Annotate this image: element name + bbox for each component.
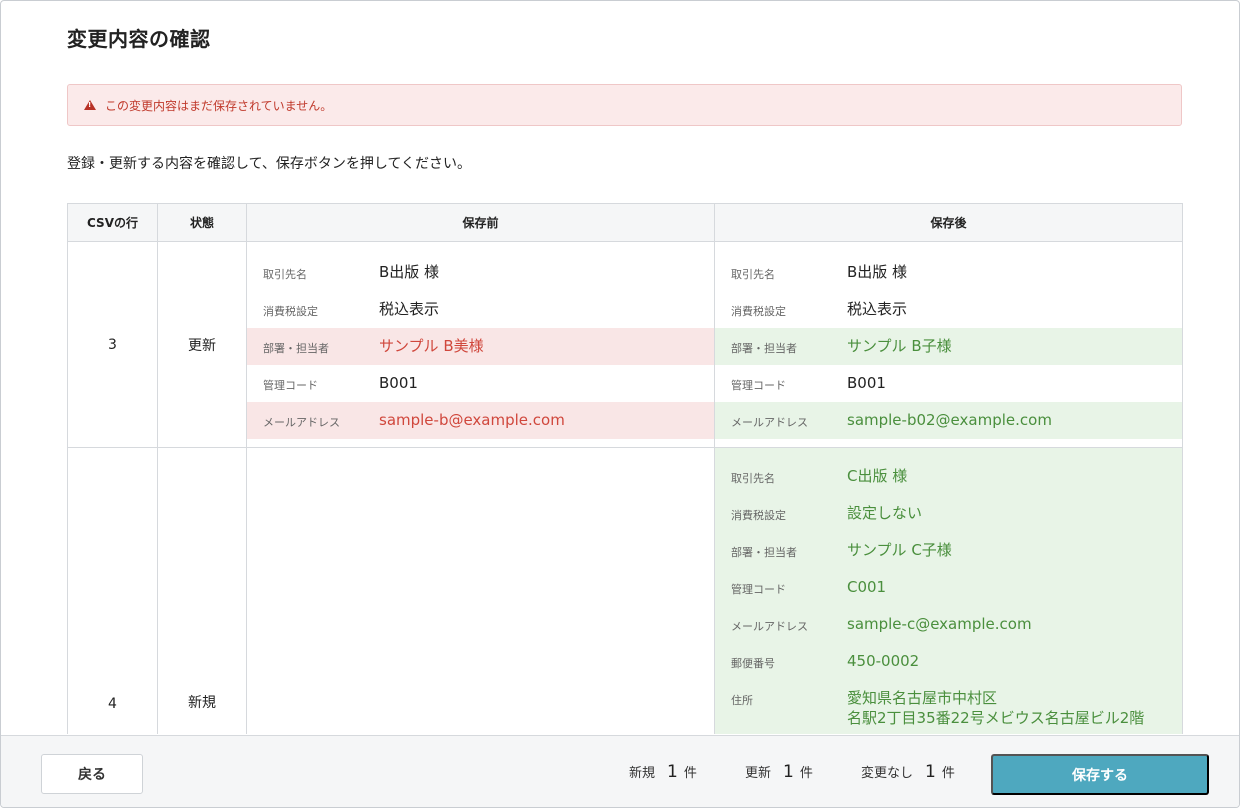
field-value: B001: [847, 374, 886, 392]
field-label: 部署・担当者: [731, 546, 797, 559]
field-label: 管理コード: [731, 583, 786, 596]
field-value: sample-c@example.com: [847, 615, 1032, 633]
field-row: 管理コード B001: [715, 365, 1182, 402]
table-row: 4 新規 取引先名 C出版 様 消費税設定 設定しない 部署・担当者 サンプル …: [67, 447, 1183, 734]
header-status: 状態: [157, 203, 247, 242]
field-label: 取引先名: [731, 268, 775, 281]
field-label: 管理コード: [731, 379, 786, 392]
field-label: 消費税設定: [731, 305, 786, 318]
field-label: メールアドレス: [731, 416, 808, 429]
warning-icon: [84, 100, 96, 110]
field-row-removed: メールアドレス sample-b@example.com: [247, 402, 714, 439]
summary-updated: 更新 1 件: [745, 762, 813, 782]
summary-label: 新規: [629, 766, 656, 781]
field-row: 消費税設定 税込表示: [715, 291, 1182, 328]
field-label: 取引先名: [731, 472, 775, 485]
before-cell-empty: [246, 447, 715, 734]
summary-label: 更新: [745, 766, 772, 781]
field-row: 消費税設定 税込表示: [247, 291, 714, 328]
field-row: 管理コード B001: [247, 365, 714, 402]
field-label: 管理コード: [263, 379, 318, 392]
before-cell: 取引先名 B出版 様 消費税設定 税込表示 部署・担当者 サンプル B美様 管理…: [246, 241, 715, 448]
csv-row-number: 4: [67, 447, 158, 734]
header-csv-row: CSVの行: [67, 203, 158, 242]
field-row: 部署・担当者 サンプル C子様: [715, 532, 1182, 569]
field-label: 部署・担当者: [731, 342, 797, 355]
field-value: C001: [847, 578, 887, 596]
field-value: B出版 様: [379, 263, 440, 281]
table-header-row: CSVの行 状態 保存前 保存後: [67, 203, 1183, 242]
page-title: 変更内容の確認: [67, 27, 211, 51]
field-row: メールアドレス sample-c@example.com: [715, 606, 1182, 643]
field-value: サンプル C子様: [847, 541, 952, 559]
field-label: 消費税設定: [731, 509, 786, 522]
field-value: sample-b02@example.com: [847, 411, 1052, 429]
field-row-added: メールアドレス sample-b02@example.com: [715, 402, 1182, 439]
row-status: 更新: [157, 241, 247, 448]
field-value: 税込表示: [847, 300, 908, 318]
field-value: サンプル B美様: [379, 337, 484, 355]
instruction-text: 登録・更新する内容を確認して、保存ボタンを押してください。: [67, 156, 472, 172]
field-row: 消費税設定 設定しない: [715, 495, 1182, 532]
main-content: 変更内容の確認 この変更内容はまだ保存されていません。 登録・更新する内容を確認…: [1, 1, 1239, 734]
diff-table: CSVの行 状態 保存前 保存後 3 更新 取引先名 B出版 様 消費税設定 税…: [67, 203, 1183, 734]
summary-label: 変更なし: [861, 766, 914, 781]
back-button[interactable]: 戻る: [41, 754, 143, 794]
field-value: 設定しない: [847, 504, 923, 522]
field-row: 取引先名 C出版 様: [715, 458, 1182, 495]
header-after: 保存後: [714, 203, 1183, 242]
summary-unit: 件: [799, 766, 813, 781]
field-label: 取引先名: [263, 268, 307, 281]
field-row: 取引先名 B出版 様: [715, 254, 1182, 291]
save-button[interactable]: 保存する: [991, 754, 1209, 795]
field-row-removed: 部署・担当者 サンプル B美様: [247, 328, 714, 365]
after-cell: 取引先名 C出版 様 消費税設定 設定しない 部署・担当者 サンプル C子様 管…: [714, 447, 1183, 734]
csv-row-number: 3: [67, 241, 158, 448]
after-cell: 取引先名 B出版 様 消費税設定 税込表示 部署・担当者 サンプル B子様 管理…: [714, 241, 1183, 448]
field-value: 税込表示: [379, 300, 440, 318]
summary-count: 1: [925, 762, 936, 782]
field-label: 住所: [731, 694, 753, 707]
summary-unchanged: 変更なし 1 件: [861, 762, 955, 782]
address-line-2: 名駅2丁目35番22号メビウス名古屋ビル2階: [847, 709, 1145, 727]
field-label: 郵便番号: [731, 657, 775, 670]
field-value: サンプル B子様: [847, 337, 952, 355]
summary-count: 1: [783, 762, 794, 782]
field-label: 消費税設定: [263, 305, 318, 318]
field-value: 愛知県名古屋市中村区 名駅2丁目35番22号メビウス名古屋ビル2階: [847, 680, 1144, 728]
summary-count: 1: [667, 762, 678, 782]
address-line-1: 愛知県名古屋市中村区: [847, 689, 998, 707]
field-label: メールアドレス: [731, 620, 808, 633]
field-row-address: 住所 愛知県名古屋市中村区 名駅2丁目35番22号メビウス名古屋ビル2階: [715, 680, 1182, 734]
field-value: 450-0002: [847, 652, 920, 670]
row-status: 新規: [157, 447, 247, 734]
header-before: 保存前: [246, 203, 715, 242]
field-value: C出版 様: [847, 467, 908, 485]
field-row: 取引先名 B出版 様: [247, 254, 714, 291]
summary-new: 新規 1 件: [629, 762, 697, 782]
field-label: メールアドレス: [263, 416, 340, 429]
field-value: B001: [379, 374, 418, 392]
field-label: 部署・担当者: [263, 342, 329, 355]
field-row: 郵便番号 450-0002: [715, 643, 1182, 680]
app-window: 変更内容の確認 この変更内容はまだ保存されていません。 登録・更新する内容を確認…: [0, 0, 1240, 808]
field-row-added: 部署・担当者 サンプル B子様: [715, 328, 1182, 365]
footer-bar: 戻る 新規 1 件 更新 1 件 変更なし 1 件 保存する: [1, 735, 1239, 807]
field-value: B出版 様: [847, 263, 908, 281]
alert-message: この変更内容はまだ保存されていません。: [105, 98, 333, 113]
summary-unit: 件: [683, 766, 697, 781]
unsaved-alert: この変更内容はまだ保存されていません。: [67, 84, 1182, 126]
field-value: sample-b@example.com: [379, 411, 565, 429]
field-row: 管理コード C001: [715, 569, 1182, 606]
summary-unit: 件: [941, 766, 955, 781]
table-row: 3 更新 取引先名 B出版 様 消費税設定 税込表示 部署・担当者 サンプル B…: [67, 241, 1183, 448]
